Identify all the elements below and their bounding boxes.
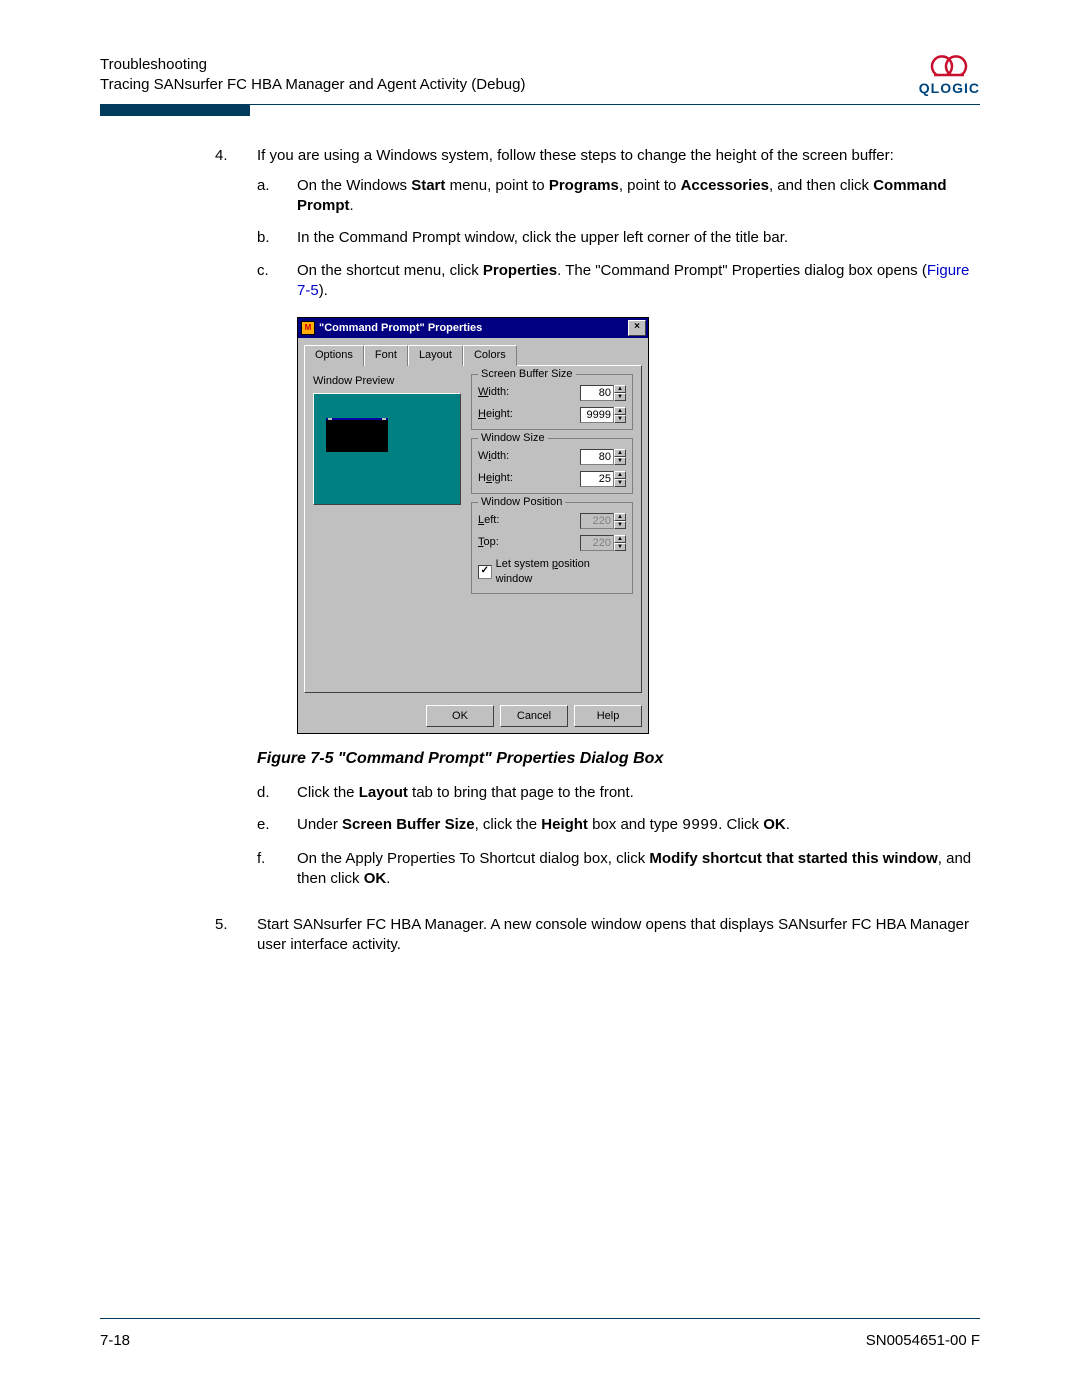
step-4f: f. On the Apply Properties To Shortcut d…: [257, 849, 980, 890]
qlogic-wordmark: QLOGIC: [919, 81, 980, 95]
page-number: 7-18: [100, 1332, 130, 1349]
window-width-input[interactable]: [580, 449, 614, 465]
spinner-buttons[interactable]: ▲▼: [614, 385, 626, 401]
step-4c: c. On the shortcut menu, click Propertie…: [257, 261, 980, 302]
window-width-label: Width:: [478, 449, 509, 464]
close-button[interactable]: ×: [628, 320, 646, 336]
qlogic-logo: QLOGIC: [919, 53, 980, 95]
buffer-height-label: Height:: [478, 407, 513, 422]
step-4: 4. If you are using a Windows system, fo…: [215, 146, 980, 902]
pos-top-input: [580, 535, 614, 551]
step-4e: e. Under Screen Buffer Size, click the H…: [257, 815, 980, 836]
step-4d: d. Click the Layout tab to bring that pa…: [257, 783, 980, 803]
dialog-title: "Command Prompt" Properties: [319, 321, 482, 336]
window-preview-label: Window Preview: [313, 374, 461, 389]
spinner-buttons[interactable]: ▲▼: [614, 407, 626, 423]
pos-left-label: Left:: [478, 513, 499, 528]
header-line1: Troubleshooting: [100, 55, 525, 75]
header-rule: [100, 104, 980, 116]
help-button[interactable]: Help: [574, 705, 642, 727]
pos-left-input: [580, 513, 614, 529]
step-4b: b. In the Command Prompt window, click t…: [257, 228, 980, 248]
tab-options[interactable]: Options: [304, 345, 364, 366]
group-window-size: Window Size Width: ▲▼: [471, 438, 633, 494]
figure-caption: Figure 7-5 "Command Prompt" Properties D…: [257, 748, 980, 770]
qlogic-arcs-icon: [926, 53, 972, 79]
dialog-titlebar[interactable]: M "Command Prompt" Properties ×: [298, 318, 648, 338]
pos-top-label: Top:: [478, 535, 499, 550]
step4-intro: If you are using a Windows system, follo…: [257, 147, 894, 164]
tab-font[interactable]: Font: [364, 345, 408, 366]
page-header: Troubleshooting Tracing SANsurfer FC HBA…: [100, 55, 980, 96]
spinner-buttons: ▲▼: [614, 535, 626, 551]
window-preview: [313, 393, 461, 505]
buffer-width-input[interactable]: [580, 385, 614, 401]
step-5: 5. Start SANsurfer FC HBA Manager. A new…: [215, 915, 980, 956]
main-content: 4. If you are using a Windows system, fo…: [215, 146, 980, 956]
buffer-width-label: Width:: [478, 385, 509, 400]
window-height-input[interactable]: [580, 471, 614, 487]
ok-button[interactable]: OK: [426, 705, 494, 727]
spinner-buttons: ▲▼: [614, 513, 626, 529]
cancel-button[interactable]: Cancel: [500, 705, 568, 727]
group-screen-buffer: Screen Buffer Size Width: ▲▼: [471, 374, 633, 430]
let-system-position-checkbox[interactable]: ✓: [478, 565, 492, 579]
tab-colors[interactable]: Colors: [463, 345, 517, 366]
header-left-text: Troubleshooting Tracing SANsurfer FC HBA…: [100, 55, 525, 96]
footer-rule: [100, 1318, 980, 1319]
page-footer: 7-18 SN0054651-00 F: [100, 1332, 980, 1349]
let-system-position-label: Let system position window: [496, 557, 626, 587]
group-window-position: Window Position Left: ▲▼: [471, 502, 633, 594]
doc-id: SN0054651-00 F: [866, 1332, 980, 1349]
header-line2: Tracing SANsurfer FC HBA Manager and Age…: [100, 75, 525, 95]
spinner-buttons[interactable]: ▲▼: [614, 471, 626, 487]
spinner-buttons[interactable]: ▲▼: [614, 449, 626, 465]
tab-layout[interactable]: Layout: [408, 345, 463, 366]
window-height-label: Height:: [478, 471, 513, 486]
figure-7-5-dialog: M "Command Prompt" Properties × Options …: [297, 317, 980, 734]
cmd-icon: M: [301, 321, 315, 335]
step-4a: a. On the Windows Start menu, point to P…: [257, 176, 980, 217]
buffer-height-input[interactable]: [580, 407, 614, 423]
